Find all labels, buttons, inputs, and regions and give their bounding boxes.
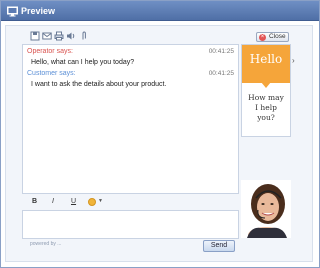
close-button[interactable]: × Close xyxy=(256,32,289,42)
emoticon-icon[interactable] xyxy=(88,198,96,206)
hello-text: Hello xyxy=(249,52,283,66)
help-line-2: I help xyxy=(255,103,277,112)
operator-time: 00:41:25 xyxy=(208,48,234,55)
save-icon[interactable] xyxy=(30,31,40,41)
sound-icon[interactable] xyxy=(66,31,76,41)
agent-photo xyxy=(241,180,291,238)
help-question: How may I help you? xyxy=(242,93,290,123)
email-icon[interactable] xyxy=(42,31,52,41)
message-input[interactable] xyxy=(22,210,239,239)
customer-message: I want to ask the details about your pro… xyxy=(31,81,167,88)
close-icon: × xyxy=(259,34,266,41)
close-button-label: Close xyxy=(269,33,286,40)
help-line-1: How may xyxy=(248,93,284,102)
help-line-3: you? xyxy=(257,113,275,122)
customer-sender: Customer says: xyxy=(27,70,76,77)
operator-sender: Operator says: xyxy=(27,48,73,55)
powered-by-text: powered by ... xyxy=(30,241,62,247)
title-bar: Preview xyxy=(1,1,319,21)
format-toolbar: B I U ▼ xyxy=(22,195,239,209)
operator-message: Hello, what can I help you today? xyxy=(31,59,135,66)
chat-toolbar xyxy=(22,30,240,44)
send-button[interactable]: Send xyxy=(203,240,235,252)
chevron-down-icon[interactable]: ▼ xyxy=(98,198,103,204)
customer-time: 00:41:25 xyxy=(208,70,234,77)
hello-banner[interactable]: Hello How may I help you? xyxy=(241,44,291,137)
attach-icon[interactable] xyxy=(79,31,89,41)
speech-bubble-tail xyxy=(261,82,271,88)
underline-button[interactable]: U xyxy=(71,198,76,206)
window-title: Preview xyxy=(21,6,56,16)
italic-button[interactable]: I xyxy=(52,198,54,206)
monitor-icon xyxy=(7,6,18,17)
chevron-right-icon[interactable]: › xyxy=(292,56,295,65)
print-icon[interactable] xyxy=(54,31,64,41)
chat-transcript[interactable]: Operator says: 00:41:25 Hello, what can … xyxy=(22,44,239,194)
bold-button[interactable]: B xyxy=(32,198,37,206)
